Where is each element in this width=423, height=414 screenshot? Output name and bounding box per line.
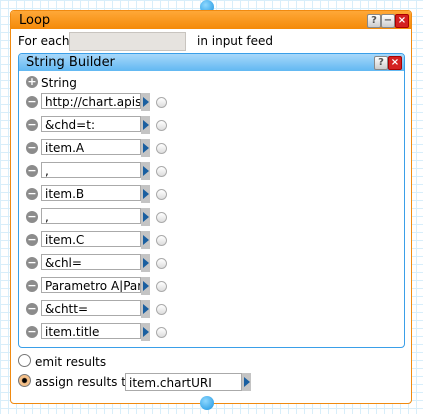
loop-title: Loop: [19, 13, 51, 28]
help-button[interactable]: ?: [374, 56, 388, 70]
string-row: − &chd=t:: [26, 116, 171, 134]
string-input[interactable]: ,: [41, 162, 141, 178]
remove-string-icon[interactable]: −: [26, 257, 38, 269]
close-button[interactable]: ×: [388, 56, 402, 70]
field-dropdown-arrow-icon[interactable]: [141, 116, 150, 134]
emit-results-radio[interactable]: [18, 354, 31, 367]
string-terminal-radio[interactable]: [156, 281, 167, 292]
string-row: − ,: [26, 208, 171, 226]
assign-dropdown-arrow-icon[interactable]: [242, 373, 251, 391]
string-builder-module: String Builder ? × + String − http://cha…: [18, 53, 405, 348]
remove-string-icon[interactable]: −: [26, 188, 38, 200]
string-input[interactable]: &chl=: [41, 254, 141, 270]
string-input[interactable]: item.A: [41, 139, 141, 155]
string-input[interactable]: item.C: [41, 231, 141, 247]
string-builder-title-bar[interactable]: String Builder ? ×: [19, 54, 404, 71]
remove-string-icon[interactable]: −: [26, 326, 38, 338]
close-button[interactable]: ×: [395, 14, 409, 28]
field-dropdown-arrow-icon[interactable]: [141, 323, 150, 341]
remove-string-icon[interactable]: −: [26, 165, 38, 177]
string-input[interactable]: &chd=t:: [41, 116, 141, 132]
remove-string-icon[interactable]: −: [26, 280, 38, 292]
string-row: − &chl=: [26, 254, 171, 272]
loop-title-bar[interactable]: Loop ? − ×: [11, 11, 411, 29]
field-dropdown-arrow-icon[interactable]: [141, 139, 150, 157]
string-row: − item.B: [26, 185, 171, 203]
string-input[interactable]: &chtt=: [41, 300, 141, 316]
assign-results-input[interactable]: item.chartURI: [125, 373, 242, 391]
assign-results-radio[interactable]: [18, 374, 31, 387]
emit-results-label: emit results: [35, 355, 107, 369]
string-terminal-radio[interactable]: [156, 258, 167, 269]
string-terminal-radio[interactable]: [156, 166, 167, 177]
field-dropdown-arrow-icon[interactable]: [141, 185, 150, 203]
string-builder-title: String Builder: [26, 55, 115, 70]
string-input[interactable]: item.B: [41, 185, 141, 201]
string-row: − ,: [26, 162, 171, 180]
field-dropdown-arrow-icon[interactable]: [141, 254, 150, 272]
string-row: − item.title: [26, 323, 171, 341]
field-dropdown-arrow-icon[interactable]: [141, 162, 150, 180]
string-terminal-radio[interactable]: [156, 304, 167, 315]
string-input[interactable]: item.title: [41, 323, 141, 339]
field-dropdown-arrow-icon[interactable]: [141, 277, 150, 295]
string-input[interactable]: ,: [41, 208, 141, 224]
string-terminal-radio[interactable]: [156, 235, 167, 246]
remove-string-icon[interactable]: −: [26, 234, 38, 246]
add-string-icon[interactable]: +: [26, 76, 38, 88]
string-input[interactable]: http://chart.apis.google.com: [41, 93, 141, 109]
loop-module: Loop ? − × For each in input feed String…: [10, 10, 412, 404]
string-terminal-radio[interactable]: [156, 327, 167, 338]
remove-string-icon[interactable]: −: [26, 96, 38, 108]
help-button[interactable]: ?: [367, 14, 381, 28]
string-row: − item.C: [26, 231, 171, 249]
string-terminal-radio[interactable]: [156, 189, 167, 200]
string-row: − &chtt=: [26, 300, 171, 318]
add-string-label: String: [41, 76, 77, 90]
string-row: − Parametro A|Parametro: [26, 277, 171, 295]
remove-string-icon[interactable]: −: [26, 211, 38, 223]
string-terminal-radio[interactable]: [156, 120, 167, 131]
field-dropdown-arrow-icon[interactable]: [141, 93, 150, 111]
field-dropdown-arrow-icon[interactable]: [141, 231, 150, 249]
for-each-label: For each: [18, 34, 70, 48]
string-terminal-radio[interactable]: [156, 212, 167, 223]
assign-results-label: assign results to: [35, 375, 134, 389]
string-row: − http://chart.apis.google.com: [26, 93, 171, 111]
field-dropdown-arrow-icon[interactable]: [141, 300, 150, 318]
remove-string-icon[interactable]: −: [26, 142, 38, 154]
minimize-button[interactable]: −: [381, 14, 395, 28]
string-terminal-radio[interactable]: [156, 97, 167, 108]
string-terminal-radio[interactable]: [156, 143, 167, 154]
for-each-input[interactable]: [69, 32, 186, 51]
output-connector[interactable]: [200, 396, 214, 410]
in-input-feed-label: in input feed: [197, 34, 274, 48]
field-dropdown-arrow-icon[interactable]: [141, 208, 150, 226]
remove-string-icon[interactable]: −: [26, 119, 38, 131]
string-input[interactable]: Parametro A|Parametro: [41, 277, 141, 293]
remove-string-icon[interactable]: −: [26, 303, 38, 315]
string-row: − item.A: [26, 139, 171, 157]
